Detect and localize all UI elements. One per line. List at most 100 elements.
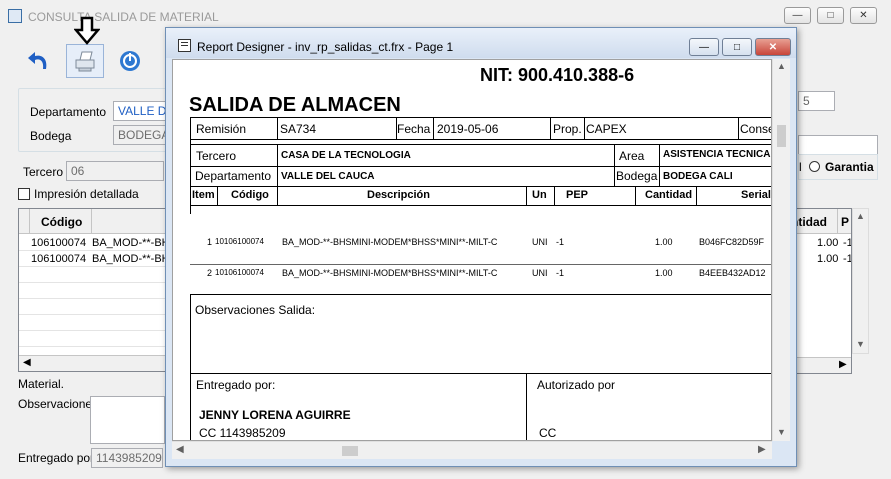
report-designer-title-bar: Report Designer - inv_rp_salidas_ct.frx … <box>166 28 796 58</box>
report-designer-title: Report Designer - inv_rp_salidas_ct.frx … <box>197 40 454 54</box>
serial-cell: B4EEB432AD12 <box>699 268 766 278</box>
fecha-label: Fecha <box>397 122 431 136</box>
grid-right-part[interactable]: ntidad P 1.00 -1 1.00 -1 ▶ <box>790 208 852 374</box>
print-button[interactable] <box>66 44 104 78</box>
material-label: Material. <box>18 377 65 391</box>
autorizado-label: Autorizado por <box>537 378 616 392</box>
serial-column-header: Serial <box>741 189 771 201</box>
arrow-down-icon <box>73 16 101 49</box>
vertical-scroll-thumb[interactable] <box>777 125 786 147</box>
scroll-right-icon[interactable]: ▶ <box>839 359 847 370</box>
entregado-por-label: Entregado por: <box>18 451 98 465</box>
impresion-detallada-label: Impresión detallada <box>34 187 139 201</box>
cantidad-cell: 1.00 <box>655 268 673 278</box>
report-designer-window: Report Designer - inv_rp_salidas_ct.frx … <box>165 27 797 467</box>
observaciones-label: Observaciones <box>18 397 99 411</box>
tercero-field[interactable]: 06 <box>66 161 164 181</box>
codigo-cell: 106100074 <box>31 253 87 265</box>
horizontal-scroll-thumb[interactable] <box>342 446 358 456</box>
table-row[interactable]: 106100074 BA_MOD-**-BH <box>19 236 168 251</box>
observaciones-field[interactable] <box>90 396 165 444</box>
codigo-cell: 10106100074 <box>215 268 264 277</box>
descripcion-cell: BA_MOD-**-BHSMINI-MODEM*BHSS*MINI**-MILT… <box>282 237 498 247</box>
close-icon: ✕ <box>768 41 778 53</box>
grid-vertical-scrollbar[interactable]: ▲ ▼ <box>852 208 869 354</box>
fecha-value: 2019-05-06 <box>437 122 499 136</box>
rd-maximize-button[interactable]: □ <box>722 38 752 56</box>
minimize-icon: — <box>792 10 803 21</box>
scroll-left-icon[interactable]: ◀ <box>176 444 184 455</box>
bodega-value: BODEGA CALI <box>663 171 733 182</box>
print-icon <box>75 51 95 72</box>
tercero-label: Tercero <box>23 165 64 179</box>
codigo-cell: 106100074 <box>31 237 87 249</box>
bodega-field[interactable]: BODEGA <box>113 125 173 145</box>
prop-value: CAPEX <box>586 122 627 136</box>
prop-label: Prop. <box>553 122 582 136</box>
scroll-left-icon[interactable]: ◀ <box>23 357 31 368</box>
report-horizontal-scrollbar[interactable]: ◀ ▶ <box>172 441 772 459</box>
garantia-group: l Garantia <box>798 154 878 180</box>
bodega-label: Bodega <box>30 129 72 143</box>
item-column-header: Item <box>192 189 215 201</box>
tercero-value: CASA DE LA TECNOLOGIA <box>281 150 411 161</box>
garantia-radio[interactable] <box>809 161 820 172</box>
minimize-icon: — <box>699 41 709 53</box>
power-button[interactable] <box>111 44 149 78</box>
item-cell: 2 <box>207 268 213 278</box>
p-cell: -1 <box>843 253 852 265</box>
item-cell: 1 <box>207 237 213 247</box>
minimize-button[interactable]: — <box>784 7 811 24</box>
entregado-name: JENNY LORENA AGUIRRE <box>199 408 351 422</box>
scroll-down-icon[interactable]: ▼ <box>777 427 786 437</box>
right-field-middle[interactable] <box>798 135 878 155</box>
grid-header: Código <box>19 209 167 234</box>
table-row[interactable]: 106100074 BA_MOD-**-BH <box>19 252 168 267</box>
pep-cell: -1 <box>556 268 565 278</box>
scroll-up-icon[interactable]: ▲ <box>856 211 865 221</box>
maximize-button[interactable]: □ <box>817 7 844 24</box>
p-cell: -1 <box>843 237 852 249</box>
undo-button[interactable] <box>20 44 58 78</box>
entregado-label: Entregado por: <box>196 378 276 392</box>
scroll-right-icon[interactable]: ▶ <box>758 444 766 455</box>
conse-label: Conse <box>740 122 772 136</box>
descripcion-cell: BA_MOD-**-BH <box>92 253 168 265</box>
report-nit: NIT: 900.410.388-6 <box>480 65 635 85</box>
impresion-detallada-checkbox[interactable] <box>18 188 30 200</box>
background-window-title: CONSULTA SALIDA DE MATERIAL <box>28 10 219 24</box>
right-field-top[interactable]: 5 <box>798 91 835 111</box>
area-value: ASISTENCIA TECNICA <box>663 149 771 160</box>
codigo-column-header: Código <box>231 189 269 201</box>
rd-close-button[interactable]: ✕ <box>755 38 791 56</box>
scroll-up-icon[interactable]: ▲ <box>777 61 786 71</box>
cantidad-cell: 1.00 <box>817 237 839 249</box>
grid-horizontal-scrollbar[interactable]: ◀ <box>19 355 167 371</box>
area-label: Area <box>619 149 645 163</box>
codigo-column-header[interactable]: Código <box>41 215 82 229</box>
scroll-down-icon[interactable]: ▼ <box>856 339 865 349</box>
observaciones-label: Observaciones Salida: <box>195 303 316 317</box>
remision-value: SA734 <box>280 122 317 136</box>
autorizado-cc: CC <box>539 426 557 440</box>
rd-minimize-button[interactable]: — <box>689 38 719 56</box>
entregado-cc: CC 1143985209 <box>199 426 286 440</box>
tercero-label: Tercero <box>196 149 237 163</box>
app-icon <box>8 9 22 23</box>
departamento-field[interactable]: VALLE DE <box>113 101 173 121</box>
bodega-label: Bodega <box>616 169 658 183</box>
maximize-icon: □ <box>827 10 834 21</box>
report-designer-app-icon <box>178 39 191 52</box>
report-preview-canvas[interactable]: NIT: 900.410.388-6 SALIDA DE ALMACEN Rem… <box>172 59 772 441</box>
pep-column-header: PEP <box>566 189 589 201</box>
material-grid[interactable]: Código 106100074 BA_MOD-**-BH 106100074 … <box>18 208 168 372</box>
entregado-por-field[interactable]: 1143985209 <box>91 448 163 468</box>
undo-icon <box>28 52 47 69</box>
report-vertical-scrollbar[interactable]: ▲ ▼ <box>772 59 790 441</box>
descripcion-cell: BA_MOD-**-BH <box>92 237 168 249</box>
descripcion-column-header: Descripción <box>367 189 430 201</box>
p-column-header[interactable]: P <box>841 215 849 229</box>
close-button[interactable]: ✕ <box>850 7 877 24</box>
codigo-cell: 10106100074 <box>215 237 264 246</box>
un-column-header: Un <box>532 189 547 201</box>
